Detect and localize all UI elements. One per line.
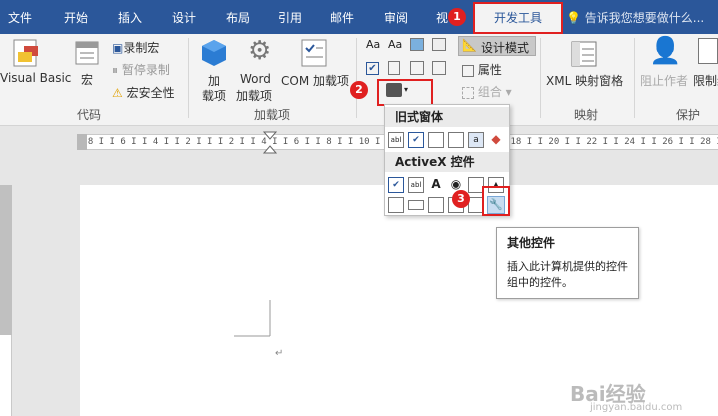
legacy-shading-icon[interactable]: a bbox=[468, 132, 484, 148]
record-macro-button[interactable]: ▣录制宏 bbox=[112, 39, 159, 56]
com-addins-icon bbox=[301, 39, 327, 67]
design-mode-icon: 📐 bbox=[462, 38, 477, 52]
margin-corner-mark bbox=[234, 300, 271, 337]
restrict-editing-button[interactable]: 限制编 bbox=[693, 72, 718, 89]
step-badge-2: 2 bbox=[350, 81, 368, 99]
visual-basic-button[interactable]: Visual Basic bbox=[0, 71, 71, 85]
building-block-control-icon[interactable] bbox=[432, 38, 446, 51]
date-picker-control-icon[interactable] bbox=[432, 61, 446, 75]
block-authors-button[interactable]: 阻止作者 bbox=[640, 72, 688, 89]
pause-recording-button[interactable]: ⏸ 暂停录制 bbox=[112, 61, 170, 78]
activex-list-box-icon[interactable] bbox=[388, 197, 404, 213]
activex-controls-header: ActiveX 控件 bbox=[385, 152, 509, 172]
gear-icon: ⚙ bbox=[248, 36, 272, 66]
step-badge-3: 3 bbox=[452, 190, 470, 208]
restrict-editing-icon bbox=[698, 38, 718, 64]
tab-layout[interactable]: 布局 bbox=[226, 9, 250, 26]
group-icon bbox=[462, 86, 474, 99]
macros-button[interactable]: 宏 bbox=[81, 71, 93, 88]
tab-file[interactable]: 文件 bbox=[8, 9, 32, 26]
highlight-more-controls bbox=[482, 186, 510, 216]
group-label-code: 代码 bbox=[77, 108, 102, 122]
legacy-forms-header: 旧式窗体 bbox=[385, 107, 509, 127]
warning-icon: ⚠ bbox=[112, 86, 123, 100]
activex-label-icon[interactable]: A bbox=[428, 177, 444, 193]
ribbon-panel: Visual Basic 宏 ▣录制宏 ⏸ 暂停录制 ⚠ 宏安全性 代码 加 载… bbox=[0, 34, 718, 126]
checkbox-control-icon[interactable]: ✔ bbox=[366, 62, 379, 75]
addin-cube-icon bbox=[202, 40, 226, 66]
properties-button[interactable]: 属性 bbox=[462, 61, 502, 78]
group-label-addins: 加载项 bbox=[254, 108, 291, 122]
macro-security-button[interactable]: ⚠ 宏安全性 bbox=[112, 84, 175, 101]
separator bbox=[540, 38, 541, 118]
legacy-dropdown-icon[interactable] bbox=[428, 132, 444, 148]
xml-mapping-pane-button[interactable]: XML 映射窗格 bbox=[546, 72, 623, 89]
tell-me-box[interactable]: 💡 告诉我您想要做什么... bbox=[566, 9, 704, 26]
tab-mailings[interactable]: 邮件 bbox=[330, 9, 354, 26]
highlight-developer-tab bbox=[473, 2, 563, 34]
lightbulb-icon: 💡 bbox=[566, 11, 581, 25]
legacy-checkbox-icon[interactable]: ✔ bbox=[408, 132, 424, 148]
word-addins-line1[interactable]: Word bbox=[240, 72, 271, 86]
highlight-legacy-tools bbox=[377, 79, 433, 106]
macro-icon bbox=[75, 41, 99, 65]
dropdown-list-control-icon[interactable] bbox=[410, 61, 424, 75]
tab-view[interactable]: 视 bbox=[436, 9, 448, 26]
rich-text-content-control-icon[interactable]: Aa bbox=[366, 38, 380, 51]
watermark-url: jingyan.baidu.com bbox=[590, 402, 683, 413]
pause-icon: ⏸ bbox=[112, 63, 119, 77]
ruler-margin bbox=[77, 134, 87, 150]
tab-insert[interactable]: 插入 bbox=[118, 9, 142, 26]
paragraph-mark: ↵ bbox=[275, 348, 284, 359]
com-addins-button[interactable]: COM 加载项 bbox=[281, 72, 349, 89]
step-badge-1: 1 bbox=[448, 8, 466, 26]
tab-design[interactable]: 设计 bbox=[172, 9, 196, 26]
separator bbox=[634, 38, 635, 118]
group-label-protect: 保护 bbox=[676, 108, 701, 122]
ribbon-tab-bar: 文件 开始 插入 设计 布局 引用 邮件 审阅 视 开发工具 💡 告诉我您想要做… bbox=[0, 0, 718, 34]
eraser-icon[interactable]: ◆ bbox=[488, 132, 504, 148]
properties-icon bbox=[462, 64, 474, 77]
activex-combo-box-icon[interactable] bbox=[428, 197, 444, 213]
block-authors-icon: 👤 bbox=[649, 36, 682, 66]
combo-box-control-icon[interactable] bbox=[388, 61, 400, 75]
word-addins-line2[interactable]: 加载项 bbox=[236, 87, 272, 104]
xml-mapping-pane-icon bbox=[571, 41, 597, 67]
tell-me-text: 告诉我您想要做什么... bbox=[584, 11, 705, 25]
vertical-ruler-margin bbox=[0, 185, 12, 335]
separator bbox=[356, 38, 357, 118]
addins-button-line2[interactable]: 载项 bbox=[202, 87, 226, 104]
indent-marker-icon[interactable] bbox=[263, 131, 277, 157]
picture-content-control-icon[interactable] bbox=[410, 38, 424, 51]
activex-text-box-icon[interactable]: abl bbox=[408, 177, 424, 193]
more-controls-tooltip: 其他控件 插入此计算机提供的控件组中的控件。 bbox=[496, 227, 639, 299]
group-label-mapping: 映射 bbox=[574, 108, 599, 122]
tooltip-description: 插入此计算机提供的控件组中的控件。 bbox=[507, 260, 628, 289]
group-controls-button[interactable]: 组合 ▾ bbox=[462, 83, 512, 100]
record-macro-icon: ▣ bbox=[112, 41, 124, 55]
activex-checkbox-icon[interactable]: ✔ bbox=[388, 177, 404, 193]
plain-text-content-control-icon[interactable]: Aa bbox=[388, 38, 402, 51]
visual-basic-icon bbox=[13, 39, 38, 67]
design-mode-button[interactable]: 📐 设计模式 bbox=[458, 36, 536, 56]
tab-home[interactable]: 开始 bbox=[64, 9, 88, 26]
tab-review[interactable]: 审阅 bbox=[384, 9, 408, 26]
separator bbox=[188, 38, 189, 118]
tab-references[interactable]: 引用 bbox=[278, 9, 302, 26]
tooltip-title: 其他控件 bbox=[507, 236, 556, 250]
legacy-text-field-icon[interactable]: abl bbox=[388, 132, 404, 148]
activex-command-button-icon[interactable] bbox=[408, 200, 424, 210]
legacy-frame-icon[interactable] bbox=[448, 132, 464, 148]
